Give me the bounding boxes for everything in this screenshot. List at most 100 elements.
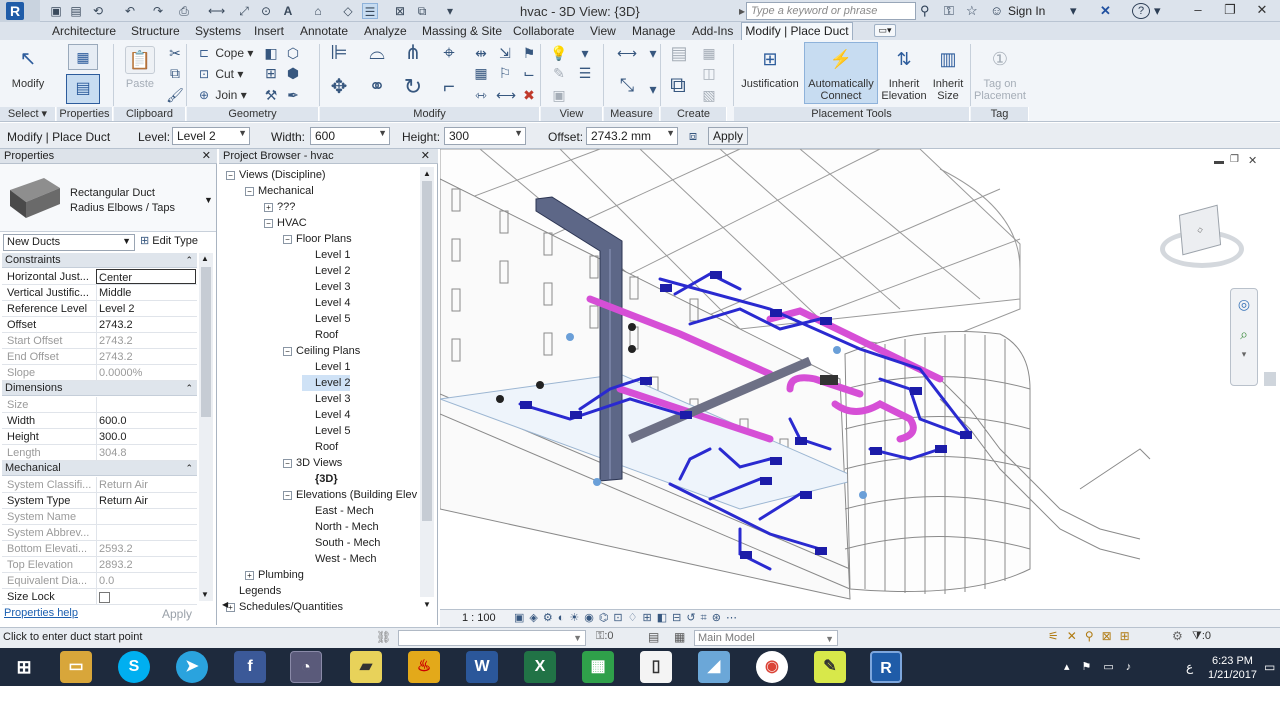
browser-node[interactable]: Level 2 bbox=[302, 263, 350, 279]
width-select[interactable]: 600 ▼ bbox=[310, 127, 390, 145]
tab-systems[interactable]: Systems bbox=[195, 23, 241, 39]
language-indicator[interactable]: ع bbox=[1186, 660, 1193, 674]
viewport-scroll-thumb[interactable] bbox=[1264, 372, 1276, 386]
browser-node[interactable]: + Schedules/Quantities bbox=[226, 599, 343, 615]
close-window-button[interactable]: ✕ bbox=[1246, 0, 1278, 22]
browser-node[interactable]: Roof bbox=[302, 327, 338, 343]
browser-node[interactable]: South - Mech bbox=[302, 535, 380, 551]
close-hidden-icon[interactable]: ⊠ bbox=[392, 3, 408, 19]
scroll-left-icon[interactable]: ◀ bbox=[222, 600, 228, 609]
property-value[interactable]: 300.0 bbox=[96, 429, 196, 444]
aligned-dimension-icon[interactable]: ⤡ bbox=[612, 76, 642, 94]
section-icon[interactable]: ◇ bbox=[340, 3, 356, 19]
user-icon[interactable]: ☺ bbox=[990, 3, 1003, 18]
view-template-icon[interactable]: ▣ bbox=[550, 86, 568, 104]
create-components-icon[interactable]: ▧ bbox=[700, 86, 718, 104]
sign-in-link[interactable]: Sign In bbox=[1008, 4, 1045, 18]
property-value[interactable] bbox=[96, 397, 196, 412]
tab-manage[interactable]: Manage bbox=[632, 23, 675, 39]
unpin-icon[interactable]: ⚐ bbox=[496, 64, 514, 82]
browser-node[interactable]: − Ceiling Plans bbox=[283, 343, 360, 359]
help-dropdown-icon[interactable]: ▾ bbox=[1154, 3, 1161, 19]
property-value[interactable]: 2743.2 bbox=[96, 317, 196, 332]
inherit-size-button[interactable]: ▥ Inherit Size bbox=[928, 46, 968, 102]
tab-insert[interactable]: Insert bbox=[254, 23, 284, 39]
property-row[interactable]: Width 600.0 bbox=[2, 413, 197, 429]
view-control-icons[interactable]: ▣◈⚙◐☀◉⌬⊡♢⊞◧⊟↺⌗⊛⋯ bbox=[514, 611, 742, 625]
level-select[interactable]: Level 2 ▼ bbox=[172, 127, 250, 145]
property-value[interactable]: Center bbox=[96, 269, 196, 284]
view-pen-icon[interactable]: ✎ bbox=[550, 64, 568, 82]
background-process-icon[interactable]: ⚙ bbox=[1172, 629, 1183, 643]
trim-icon[interactable]: ⌐ bbox=[436, 77, 462, 104]
browser-node[interactable]: − Floor Plans bbox=[283, 231, 352, 247]
view-light-icon[interactable]: 💡 bbox=[550, 44, 568, 62]
align-icon[interactable]: ⊫ bbox=[326, 43, 352, 70]
offset-input[interactable]: 2743.2 mm ▼ bbox=[586, 127, 678, 145]
extend-icon[interactable]: ⟷ bbox=[496, 86, 516, 104]
property-row[interactable]: Vertical Justific... Middle bbox=[2, 285, 197, 301]
nav-dropdown-icon[interactable]: ▾ bbox=[1231, 349, 1257, 369]
tab-annotate[interactable]: Annotate bbox=[300, 23, 348, 39]
close-icon[interactable]: ✕ bbox=[202, 149, 211, 164]
tab-massing-site[interactable]: Massing & Site bbox=[422, 23, 502, 39]
property-value[interactable]: Level 2 bbox=[96, 301, 196, 316]
paste-button[interactable]: 📋 Paste bbox=[122, 46, 158, 90]
collapse-icon[interactable]: − bbox=[283, 235, 292, 244]
browser-node[interactable]: − Elevations (Building Elev bbox=[283, 487, 417, 503]
browser-node[interactable]: Level 3 bbox=[302, 279, 350, 295]
browser-node[interactable]: − HVAC bbox=[264, 215, 307, 231]
browser-node[interactable]: East - Mech bbox=[302, 503, 374, 519]
cope-button[interactable]: ⊏ Cope ▾ bbox=[196, 45, 253, 61]
property-row[interactable]: Offset 2743.2 bbox=[2, 317, 197, 333]
scrollbar-thumb[interactable] bbox=[201, 267, 211, 417]
tool-app-icon[interactable]: ✎ bbox=[814, 651, 846, 683]
offset-icon[interactable]: ⌓ bbox=[364, 43, 390, 70]
wall-joins-icon[interactable]: ⊞ bbox=[262, 64, 280, 82]
tab-architecture[interactable]: Architecture bbox=[52, 23, 116, 39]
sync-icon[interactable]: ⟲ bbox=[90, 3, 106, 19]
browser-node[interactable]: −3D Views bbox=[283, 455, 342, 471]
create-group-icon[interactable]: ▤ bbox=[666, 44, 692, 70]
browser-node[interactable]: Roof bbox=[302, 439, 338, 455]
cut-geometry-button[interactable]: ⊡ Cut ▾ bbox=[196, 66, 243, 82]
split-element-icon[interactable]: ⇹ bbox=[472, 44, 490, 62]
collapse-icon[interactable]: − bbox=[264, 219, 273, 228]
property-row[interactable]: Reference Level Level 2 bbox=[2, 301, 197, 317]
browser-node[interactable]: Level 5 bbox=[302, 311, 350, 327]
browser-app-icon[interactable]: ◔ bbox=[290, 651, 322, 683]
property-row[interactable]: Start Offset 2743.2 bbox=[2, 333, 197, 349]
collapse-icon[interactable]: − bbox=[245, 187, 254, 196]
property-row[interactable]: System Type Return Air bbox=[2, 493, 197, 509]
expand-icon[interactable]: + bbox=[264, 203, 273, 212]
browser-node[interactable]: − Views (Discipline) bbox=[226, 167, 326, 183]
exchange-apps-icon[interactable]: ✕ bbox=[1100, 3, 1111, 19]
pick-icon[interactable]: ✒ bbox=[284, 86, 302, 104]
print-icon[interactable]: ⎙ bbox=[176, 3, 192, 19]
property-row[interactable]: End Offset 2743.2 bbox=[2, 349, 197, 365]
tab-collaborate[interactable]: Collaborate bbox=[513, 23, 574, 39]
application-menu-button[interactable]: R bbox=[0, 0, 40, 22]
undo-icon[interactable]: ↶ bbox=[122, 3, 138, 19]
array-icon[interactable]: ▦ bbox=[472, 64, 490, 82]
search-input[interactable]: Type a keyword or phrase bbox=[746, 2, 916, 20]
browser-node[interactable]: + Plumbing bbox=[245, 567, 304, 583]
collapse-icon[interactable]: − bbox=[283, 491, 292, 500]
sign-in-dropdown-icon[interactable]: ▾ bbox=[1070, 3, 1077, 19]
word-icon[interactable]: W bbox=[466, 651, 498, 683]
property-row[interactable]: Length 304.8 bbox=[2, 445, 197, 461]
browser-node[interactable]: − Mechanical bbox=[245, 183, 314, 199]
open-icon[interactable]: ▣ bbox=[48, 3, 64, 19]
collapse-icon[interactable]: − bbox=[226, 171, 235, 180]
excel-icon[interactable]: X bbox=[524, 651, 556, 683]
browser-node[interactable]: West - Mech bbox=[302, 551, 377, 567]
property-row[interactable]: Horizontal Just... Center bbox=[2, 269, 197, 285]
property-value[interactable] bbox=[96, 509, 196, 524]
property-group-header[interactable]: Constraints ⌃ bbox=[2, 253, 197, 268]
browser-node[interactable]: Level 2 bbox=[302, 375, 351, 391]
viewport-minimize-icon[interactable]: ▬ bbox=[1214, 156, 1224, 167]
tab-modify-place-duct[interactable]: Modify | Place Duct bbox=[741, 22, 853, 40]
property-value[interactable]: 2893.2 bbox=[96, 557, 196, 572]
browser-node[interactable]: Legends bbox=[226, 583, 281, 599]
restore-button[interactable]: ❐ bbox=[1214, 0, 1246, 22]
